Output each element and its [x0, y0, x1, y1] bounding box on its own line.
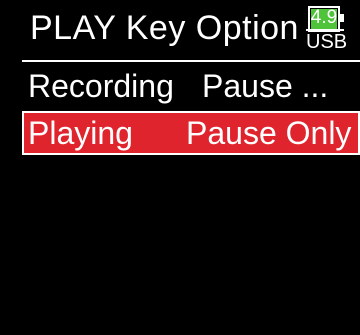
battery-icon: 4.9 [308, 6, 344, 32]
option-label: Playing [28, 115, 133, 151]
power-source-label: USB [306, 29, 348, 53]
option-row-playing[interactable]: Playing Pause Only [22, 111, 360, 155]
page-title: PLAY Key Option [30, 9, 299, 47]
battery-voltage: 4.9 [310, 7, 338, 28]
battery-indicator: 4.9 USB [306, 6, 348, 53]
option-value: Pause ... [202, 68, 329, 104]
option-label: Recording [28, 68, 174, 104]
header-divider [22, 60, 360, 62]
device-screen: PLAY Key Option 4.9 USB Recording Pause … [0, 0, 360, 335]
option-row-recording[interactable]: Recording Pause ... [22, 64, 360, 108]
option-value: Pause Only [186, 115, 352, 151]
header: PLAY Key Option 4.9 USB [0, 0, 360, 56]
